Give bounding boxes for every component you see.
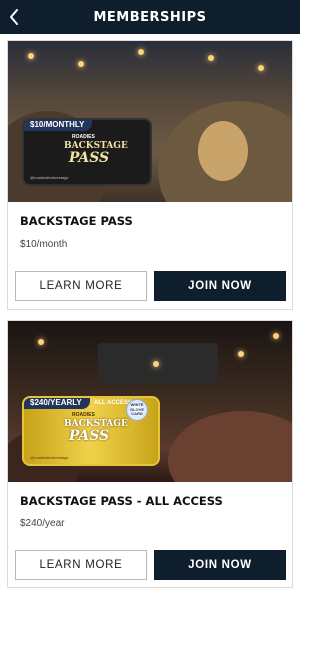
promo-brand: ROADIES [72,412,95,418]
stage-light [138,49,144,55]
membership-card-all-access: $240/YEARLY ALL ACCESS ROADIES BACKSTAGE… [7,320,293,588]
backstage-pass-card-image: $10/MONTHLY ROADIES BACKSTAGE PASS @road… [22,118,152,186]
join-now-button[interactable]: JOIN NOW [154,271,286,301]
learn-more-button[interactable]: LEARN MORE [15,550,147,580]
app-header: MEMBERSHIPS [0,0,300,34]
promo-logo: BACKSTAGE PASS [64,420,128,444]
white-glove-badge: WHITE GLOVE CARD [126,399,148,421]
join-now-button[interactable]: JOIN NOW [154,550,286,580]
crowd-shape [198,121,248,181]
stage-light [273,333,279,339]
membership-photo: $10/MONTHLY ROADIES BACKSTAGE PASS @road… [8,41,292,202]
membership-price: $10/month [20,239,68,250]
membership-photo: $240/YEARLY ALL ACCESS ROADIES BACKSTAGE… [8,321,292,482]
back-button[interactable] [6,8,22,26]
promo-price-tag: $240/YEARLY [24,398,90,409]
membership-price: $240/year [20,518,65,529]
promo-logo: BACKSTAGE PASS [64,142,128,166]
promo-brand: ROADIES [72,134,95,140]
page-title: MEMBERSHIPS [93,9,207,25]
stage-light [258,65,264,71]
membership-card-backstage-pass: $10/MONTHLY ROADIES BACKSTAGE PASS @road… [7,40,293,310]
stage-light [208,55,214,61]
stage-light [38,339,44,345]
promo-footer: @roadiesfestivestage [30,455,69,460]
stage-light [238,351,244,357]
membership-title: BACKSTAGE PASS - ALL ACCESS [20,494,223,508]
membership-title: BACKSTAGE PASS [20,214,133,228]
stage-light [28,53,34,59]
promo-price-tag: $10/MONTHLY [24,120,93,131]
promo-footer: @roadiesfestivestage [30,175,69,180]
chevron-left-icon [10,9,18,25]
learn-more-button[interactable]: LEARN MORE [15,271,147,301]
crowd-shape [168,411,292,482]
promo-logo-line2: PASS [68,428,110,444]
promo-logo-line2: PASS [68,150,110,166]
stage-light [78,61,84,67]
stage-light [153,361,159,367]
